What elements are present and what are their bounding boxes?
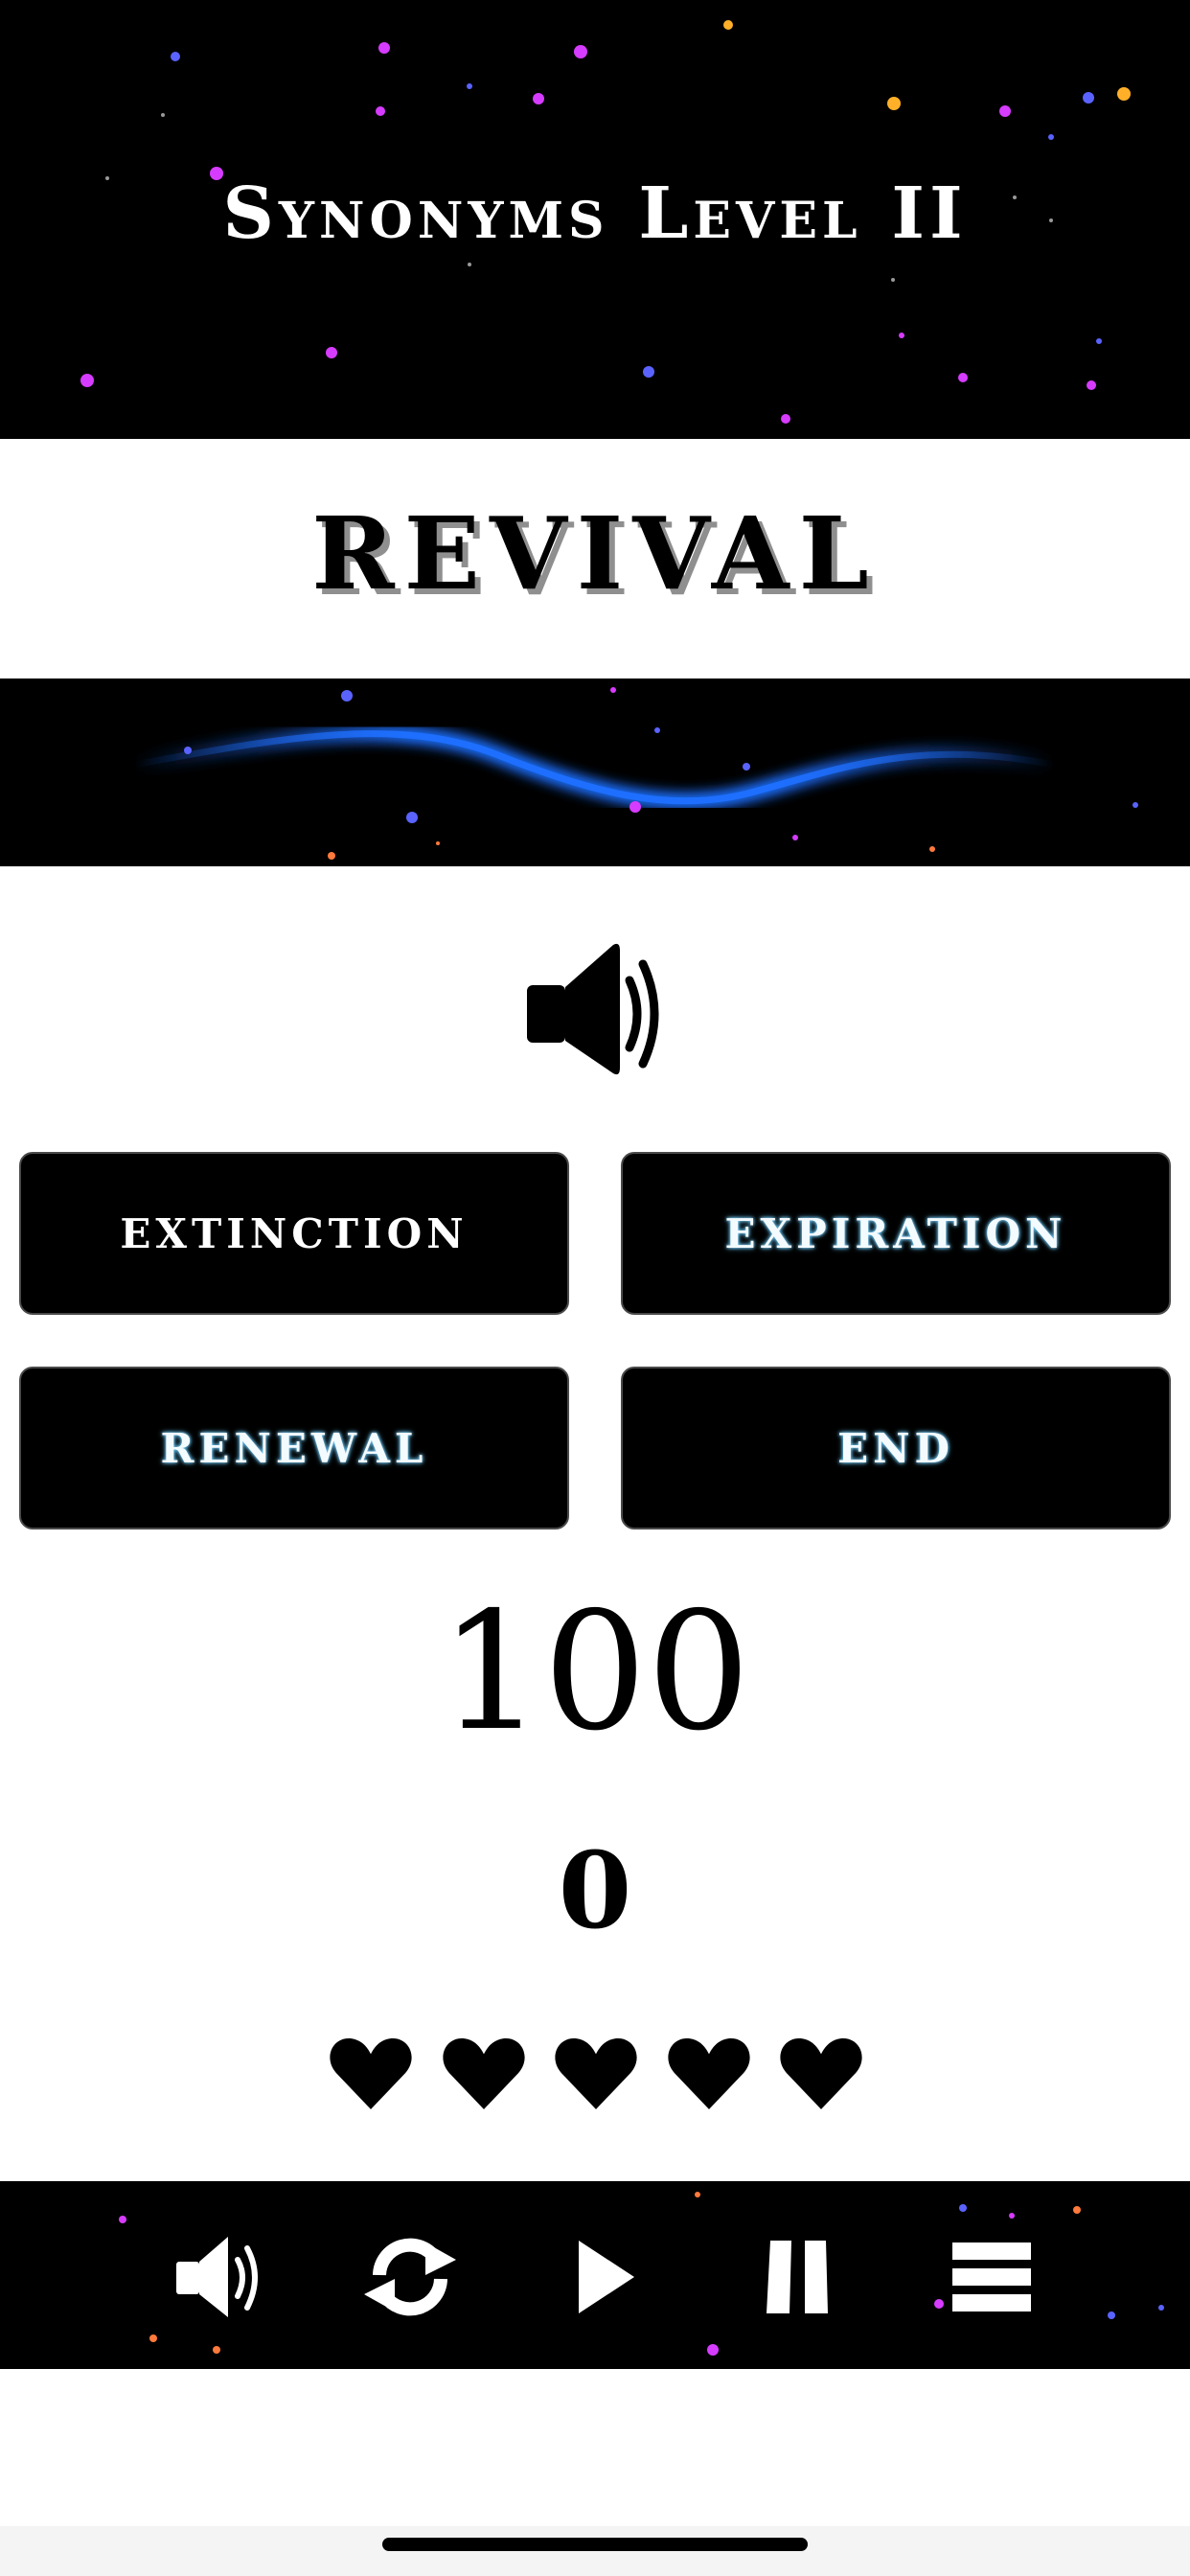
heart-icon <box>555 2037 637 2109</box>
heart-icon <box>442 2037 525 2109</box>
sound-wave-band <box>0 678 1190 866</box>
heart-icon <box>667 2037 750 2109</box>
question-counter: 0 <box>558 1828 632 1952</box>
answer-button-1[interactable]: EXTINCTION <box>19 1152 569 1315</box>
speaker-icon <box>176 2237 258 2317</box>
sound-toggle-button[interactable] <box>171 2229 266 2325</box>
target-word: REVIVAL <box>311 494 879 612</box>
play-word-speaker-icon[interactable] <box>522 937 666 1081</box>
pause-icon <box>767 2241 828 2313</box>
score-value: 100 <box>439 1577 751 1767</box>
header-banner: Synonyms Level II <box>0 0 1190 439</box>
menu-button[interactable] <box>943 2229 1039 2325</box>
play-icon <box>579 2241 634 2313</box>
home-indicator[interactable] <box>382 2538 808 2551</box>
bottom-toolbar <box>0 2181 1190 2369</box>
sound-wave-graphic <box>132 687 1138 860</box>
lives-row <box>328 2032 864 2118</box>
answer-button-4[interactable]: END <box>621 1367 1171 1530</box>
play-button[interactable] <box>556 2229 652 2325</box>
refresh-icon <box>364 2238 456 2316</box>
answer-button-2[interactable]: EXPIRATION <box>621 1152 1171 1315</box>
heart-icon <box>780 2037 862 2109</box>
answer-button-3[interactable]: RENEWAL <box>19 1367 569 1530</box>
heart-icon <box>330 2037 412 2109</box>
menu-icon <box>952 2242 1031 2312</box>
question-panel: REVIVAL <box>0 439 1190 678</box>
restart-button[interactable] <box>362 2229 458 2325</box>
pause-button[interactable] <box>749 2229 845 2325</box>
page-title: Synonyms Level II <box>222 172 968 255</box>
system-bottom-area <box>0 2526 1190 2576</box>
